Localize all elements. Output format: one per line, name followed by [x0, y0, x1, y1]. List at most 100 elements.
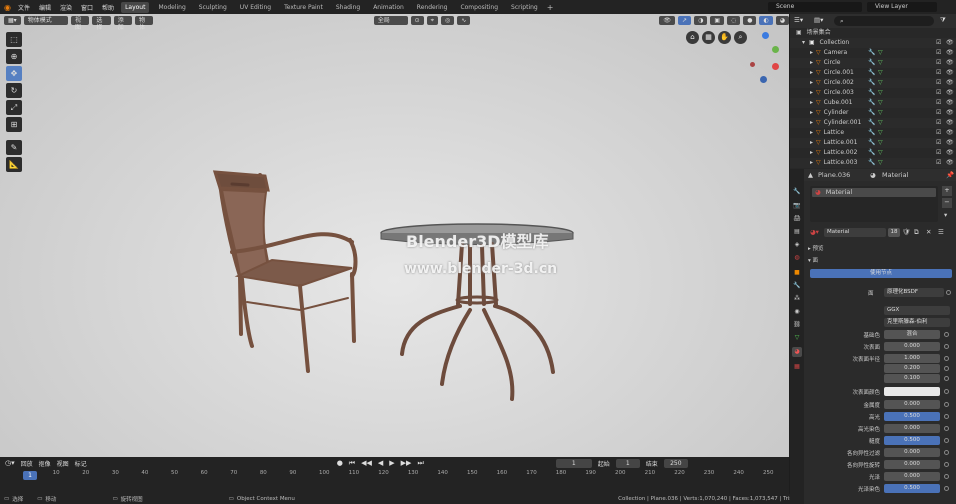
socket-icon[interactable]: [944, 376, 949, 381]
expand-arrow-icon[interactable]: ▾: [802, 39, 805, 46]
tab-sculpting[interactable]: Sculpting: [195, 2, 231, 13]
end-frame-field[interactable]: 250: [663, 458, 688, 468]
view-layer-selector[interactable]: View Layer: [867, 2, 937, 12]
outliner-editor-icon[interactable]: ☰▾: [794, 16, 803, 24]
material-users-field[interactable]: 18: [888, 228, 900, 237]
checkbox-icon[interactable]: ☑: [936, 88, 941, 98]
shader-field-value[interactable]: 0.500: [884, 412, 940, 421]
shader-field-value[interactable]: [884, 387, 940, 396]
shader-field-value[interactable]: 0.000: [884, 460, 940, 469]
checkbox-icon[interactable]: ☑: [936, 118, 941, 128]
shader-field-value[interactable]: 0.500: [884, 436, 940, 445]
outliner-row[interactable]: ▸ ▽ Circle.001 🔧 ▽ ☑ 👁: [790, 68, 956, 78]
modifier-tab-icon[interactable]: 🔧: [792, 281, 802, 291]
record-icon[interactable]: ●: [337, 459, 343, 467]
subsurface-method-dropdown[interactable]: 克里斯滕森-伯利: [884, 318, 950, 327]
checkbox-icon[interactable]: ☑: [936, 58, 941, 68]
shader-field-value[interactable]: 0.200: [884, 364, 940, 373]
surface-shader-field[interactable]: 原理化BSDF: [884, 288, 944, 297]
jump-start-icon[interactable]: ⏮: [349, 459, 355, 468]
socket-icon[interactable]: [944, 332, 949, 337]
socket-icon[interactable]: [944, 486, 949, 491]
eye-icon[interactable]: 👁: [946, 48, 954, 58]
checkbox-icon[interactable]: ☑: [936, 148, 941, 158]
checkbox-icon[interactable]: ☑: [936, 128, 941, 138]
prev-key-icon[interactable]: ◀◀: [361, 459, 372, 467]
checkbox-icon[interactable]: ☑: [936, 78, 941, 88]
socket-icon[interactable]: [944, 414, 949, 419]
outliner-row[interactable]: ▸ ▽ Lattice.001 🔧 ▽ ☑ 👁: [790, 138, 956, 148]
eye-icon[interactable]: 👁: [946, 158, 954, 168]
jump-end-icon[interactable]: ⏭: [417, 459, 423, 468]
fake-user-icon[interactable]: 🛡: [902, 228, 910, 236]
shader-field-value[interactable]: 0.000: [884, 472, 940, 481]
shader-field-value[interactable]: 0.500: [884, 484, 940, 493]
menu-playback[interactable]: 回放: [21, 459, 33, 468]
socket-icon[interactable]: [944, 450, 949, 455]
checkbox-icon[interactable]: ☑: [936, 138, 941, 148]
outliner-row[interactable]: ▸ ▽ Circle 🔧 ▽ ☑ 👁: [790, 58, 956, 68]
eye-icon[interactable]: 👁: [946, 148, 954, 158]
timeline-editor-icon[interactable]: ◷▾: [5, 459, 15, 467]
socket-icon[interactable]: [944, 356, 949, 361]
data-tab-icon[interactable]: ▽: [792, 333, 802, 343]
filter-icon[interactable]: ⧩: [940, 16, 946, 25]
remove-slot-button[interactable]: −: [942, 198, 952, 208]
material-name-field[interactable]: Material: [824, 228, 886, 237]
outliner-row[interactable]: ▸ ▽ Camera 🔧 ▽ ☑ 👁: [790, 48, 956, 58]
eye-icon[interactable]: 👁: [946, 108, 954, 118]
add-slot-button[interactable]: +: [942, 186, 952, 196]
shader-field-value[interactable]: 0.000: [884, 342, 940, 351]
expand-arrow-icon[interactable]: ▸: [810, 89, 813, 96]
material-tab-icon[interactable]: ◕: [792, 347, 802, 357]
socket-icon[interactable]: [944, 389, 949, 394]
outliner-row[interactable]: ▸ ▽ Circle.002 🔧 ▽ ☑ 👁: [790, 78, 956, 88]
eye-icon[interactable]: 👁: [946, 98, 954, 108]
shader-field-value[interactable]: 0.000: [884, 424, 940, 433]
outliner-search-input[interactable]: ⌕: [834, 16, 934, 26]
tab-uv-editing[interactable]: UV Editing: [236, 2, 275, 13]
checkbox-icon[interactable]: ☑: [936, 38, 941, 48]
tab-layout[interactable]: Layout: [121, 1, 150, 13]
surface-panel-header[interactable]: ▾ 面: [808, 256, 818, 264]
menu-file[interactable]: 文件: [16, 2, 32, 13]
output-tab-icon[interactable]: 🖨: [792, 214, 802, 224]
eye-icon[interactable]: 👁: [946, 78, 954, 88]
tool-tab-icon[interactable]: 🔧: [792, 187, 802, 197]
checkbox-icon[interactable]: ☑: [936, 98, 941, 108]
pin-icon[interactable]: 📌: [946, 171, 954, 179]
tab-modeling[interactable]: Modeling: [154, 2, 189, 13]
current-frame-indicator[interactable]: 1: [23, 471, 37, 480]
socket-icon[interactable]: [944, 426, 949, 431]
display-mode-icon[interactable]: ▤▾: [814, 16, 823, 24]
play-icon[interactable]: ▶: [389, 459, 394, 467]
checkbox-icon[interactable]: ☑: [936, 108, 941, 118]
material-slot-row[interactable]: ◕ Material: [812, 188, 936, 197]
socket-icon[interactable]: [944, 366, 949, 371]
material-browse-icon[interactable]: ◕▾: [810, 228, 819, 236]
expand-arrow-icon[interactable]: ▸: [810, 129, 813, 136]
world-tab-icon[interactable]: ◍: [792, 253, 802, 263]
socket-icon[interactable]: [944, 402, 949, 407]
collection-row[interactable]: ▾ ▣ Collection ☑ 👁: [790, 38, 956, 48]
eye-icon[interactable]: 👁: [946, 118, 954, 128]
eye-icon[interactable]: 👁: [946, 138, 954, 148]
outliner-row[interactable]: ▸ ▽ Cube.001 🔧 ▽ ☑ 👁: [790, 98, 956, 108]
blender-logo-icon[interactable]: ◉: [4, 3, 11, 12]
menu-view[interactable]: 视图: [57, 459, 69, 468]
constraints-tab-icon[interactable]: ⛓: [792, 320, 802, 330]
outliner-row[interactable]: ▸ ▽ Lattice.003 🔧 ▽ ☑ 👁: [790, 158, 956, 168]
shader-field-value[interactable]: 0.000: [884, 400, 940, 409]
expand-arrow-icon[interactable]: ▸: [810, 69, 813, 76]
physics-tab-icon[interactable]: ◉: [792, 307, 802, 317]
menu-render[interactable]: 渲染: [58, 2, 74, 13]
surface-socket-icon[interactable]: [946, 290, 951, 295]
texture-tab-icon[interactable]: ▦: [792, 362, 802, 372]
outliner-row[interactable]: ▸ ▽ Circle.003 🔧 ▽ ☑ 👁: [790, 88, 956, 98]
menu-window[interactable]: 窗口: [79, 2, 95, 13]
expand-arrow-icon[interactable]: ▸: [810, 139, 813, 146]
play-reverse-icon[interactable]: ◀: [378, 459, 383, 467]
checkbox-icon[interactable]: ☑: [936, 158, 941, 168]
3d-viewport[interactable]: ▦▾ 物体模式 视图 选择 添加 物体 全局 ⊙ ⌖ ◎ ∿ 👁 ↗ ◑ ▣ ◌…: [0, 14, 789, 457]
shader-field-value[interactable]: 0.000: [884, 448, 940, 457]
